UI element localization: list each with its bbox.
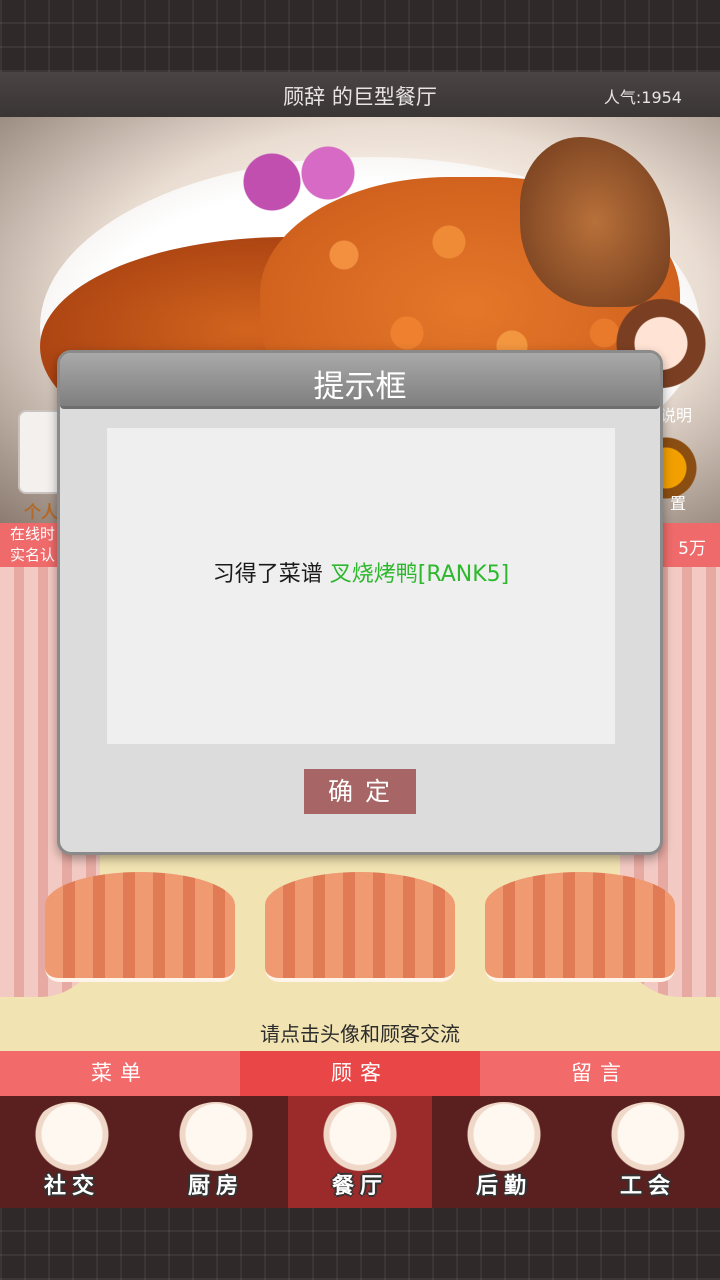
money-amount: 5万 bbox=[678, 539, 706, 559]
prompt-dialog: 提示框 习得了菜谱 叉烧烤鸭[RANK5] 确定 bbox=[57, 350, 663, 855]
noodle-bowl-icon bbox=[30, 1102, 114, 1174]
popularity-counter: 人气:1954 bbox=[603, 88, 682, 107]
dining-table-1[interactable] bbox=[45, 872, 235, 982]
nav-restaurant[interactable]: 餐厅 bbox=[288, 1096, 432, 1208]
nav-logistics-label: 后勤 bbox=[475, 1174, 532, 1199]
nav-kitchen[interactable]: 厨房 bbox=[144, 1096, 288, 1208]
tab-customers[interactable]: 顾客 bbox=[240, 1051, 480, 1096]
nav-kitchen-label: 厨房 bbox=[187, 1174, 244, 1199]
dining-table-2[interactable] bbox=[265, 872, 455, 982]
nav-guild[interactable]: 工会 bbox=[576, 1096, 720, 1208]
bottom-nav: 社交 厨房 餐厅 后勤 工会 bbox=[0, 1096, 720, 1208]
zongzi-icon bbox=[606, 1102, 690, 1174]
nav-social[interactable]: 社交 bbox=[0, 1096, 144, 1208]
rice-bowl-icon bbox=[318, 1102, 402, 1174]
fish-tail-image bbox=[520, 137, 670, 307]
real-name-text: 实名认 bbox=[10, 546, 56, 564]
top-pattern bbox=[0, 0, 720, 72]
dialog-message: 习得了菜谱 叉烧烤鸭[RANK5] bbox=[107, 556, 615, 588]
help-label: 说明 bbox=[660, 406, 693, 425]
confirm-button[interactable]: 确定 bbox=[304, 769, 416, 814]
nav-guild-label: 工会 bbox=[619, 1174, 676, 1199]
sub-tabs: 菜单 顾客 留言 bbox=[0, 1051, 720, 1096]
nav-social-label: 社交 bbox=[43, 1174, 100, 1199]
recipe-name: 叉烧烤鸭[RANK5] bbox=[329, 562, 510, 587]
settings-label: 置 bbox=[670, 494, 687, 513]
orchid-garnish-image bbox=[230, 137, 370, 227]
tab-messages[interactable]: 留言 bbox=[480, 1051, 720, 1096]
dialog-header: 提示框 bbox=[60, 353, 660, 409]
interaction-hint: 请点击头像和顾客交流 bbox=[260, 1022, 460, 1046]
dialog-title: 提示框 bbox=[313, 369, 407, 405]
dining-table-3[interactable] bbox=[485, 872, 675, 982]
dialog-message-prefix: 习得了菜谱 bbox=[212, 562, 330, 587]
header-bar: 顾辞 的巨型餐厅 人气:1954 bbox=[0, 72, 720, 117]
bun-icon bbox=[174, 1102, 258, 1174]
profile-label: 个人 bbox=[24, 503, 58, 523]
dialog-body: 习得了菜谱 叉烧烤鸭[RANK5] bbox=[107, 428, 615, 744]
online-info: 在线时 实名认 bbox=[10, 524, 55, 566]
bottom-pattern bbox=[0, 1208, 720, 1280]
nav-restaurant-label: 餐厅 bbox=[331, 1174, 388, 1199]
tab-menu[interactable]: 菜单 bbox=[0, 1051, 240, 1096]
dumpling-icon bbox=[462, 1102, 546, 1174]
online-time-text: 在线时 bbox=[10, 525, 56, 543]
nav-logistics[interactable]: 后勤 bbox=[432, 1096, 576, 1208]
